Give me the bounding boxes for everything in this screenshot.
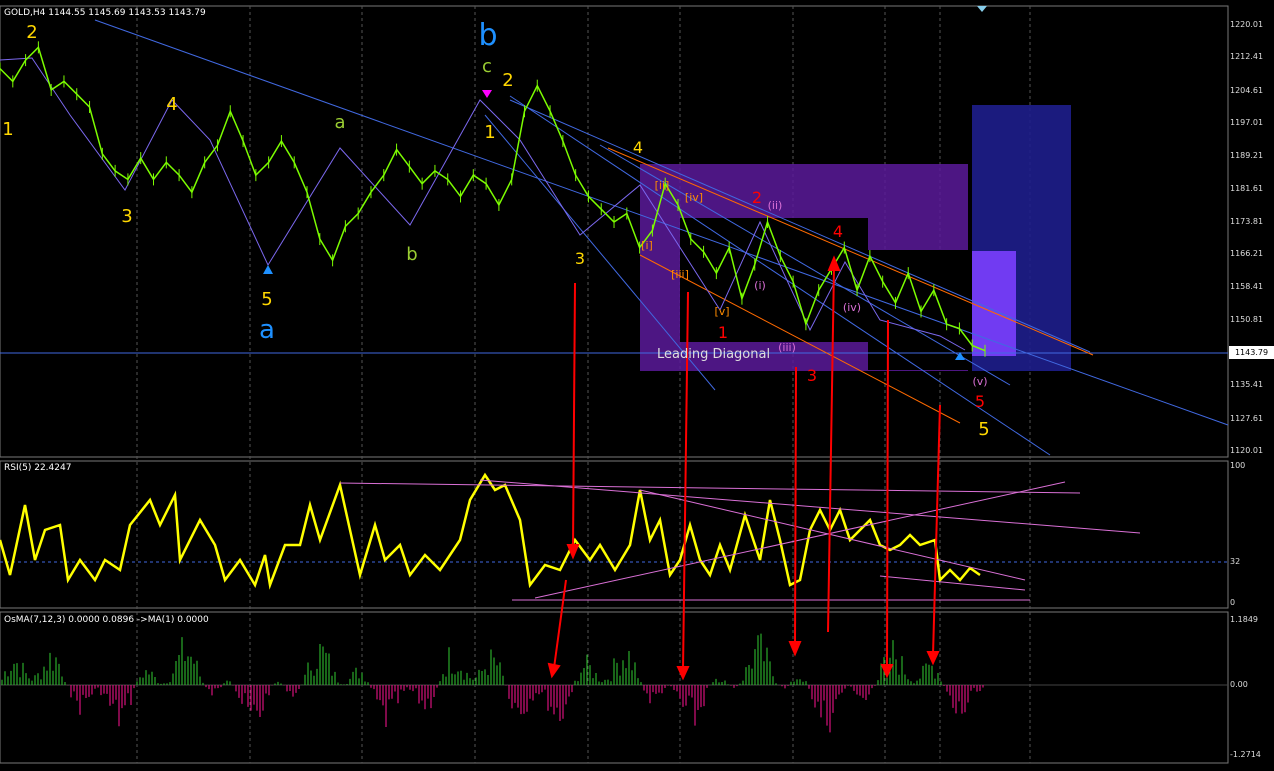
wave-label: 2 <box>502 70 513 91</box>
vertical-gridlines <box>136 6 1031 763</box>
main-panel-header: GOLD,H4 1144.55 1145.69 1143.53 1143.79 <box>4 8 206 18</box>
wave-label: a <box>259 315 275 345</box>
wave-label: b <box>478 18 497 53</box>
wave-label: b <box>406 244 417 265</box>
price-scale-label: 1135.41 <box>1230 380 1264 390</box>
rsi-scale-0: 0 <box>1230 598 1236 607</box>
wave-label: [v] <box>714 305 729 318</box>
magenta-down-arrow <box>482 90 492 98</box>
rsi-panel-header: RSI(5) 22.4247 <box>4 463 72 473</box>
wave-label: c <box>482 56 492 77</box>
osma-histogram <box>1 633 984 733</box>
osma-scale-top: 1.1849 <box>1230 615 1258 624</box>
wave-label: [ii] <box>655 179 670 192</box>
wave-label: (iv) <box>843 301 861 314</box>
rsi-line <box>0 472 981 590</box>
price-scale-label: 1212.41 <box>1230 52 1264 62</box>
wave-label: (ii) <box>768 199 783 212</box>
wave-label: (i) <box>754 279 766 292</box>
wave-label: 4 <box>633 138 643 157</box>
osma-scale-bottom: -1.2714 <box>1230 750 1261 759</box>
wave-label: 3 <box>807 366 817 385</box>
price-scale-label: 1181.61 <box>1230 183 1264 193</box>
price-scale-label: 1166.21 <box>1230 249 1264 259</box>
wave-label: 1 <box>718 323 728 342</box>
price-scale-label: 1197.01 <box>1230 117 1264 127</box>
wave-label: 4 <box>166 94 177 115</box>
wave-label: 5 <box>261 289 272 310</box>
price-scale-label: 1189.21 <box>1230 151 1264 161</box>
price-scale-label: 1127.61 <box>1230 413 1264 423</box>
price-scale-label: 1150.81 <box>1230 314 1264 324</box>
chart-canvas: 21345aabbc2143[i][ii][iii][iv][v]12345(i… <box>0 5 1229 764</box>
leading-diagonal-label: Leading Diagonal <box>657 347 771 362</box>
wave-label: [iii] <box>671 268 689 281</box>
current-price-box: 1143.79 <box>1229 346 1274 359</box>
wave-label: (iii) <box>778 341 796 354</box>
rsi-panel-frame <box>0 460 1229 609</box>
wave-label: [iv] <box>685 191 703 204</box>
top-marker <box>977 6 987 12</box>
price-scale-label: 1173.81 <box>1230 216 1264 226</box>
wave-label: 5 <box>975 392 985 411</box>
wave-labels: 21345aabbc2143[i][ii][iii][iv][v]12345(i… <box>2 18 989 440</box>
rsi-scale-100: 100 <box>1230 461 1246 470</box>
wave-label: 1 <box>484 122 495 143</box>
price-scale-label: 1158.41 <box>1230 282 1264 292</box>
wave-label: (v) <box>972 375 987 388</box>
cyan-up-arrow <box>263 265 273 274</box>
price-scale-label: 1204.61 <box>1230 85 1264 95</box>
wave-label: a <box>334 112 345 133</box>
wave-label: 3 <box>575 249 585 268</box>
wave-label: 3 <box>121 206 132 227</box>
rsi-scale-32: 32 <box>1230 557 1241 566</box>
osma-panel-frame <box>0 611 1229 764</box>
wave-label: 5 <box>978 419 989 440</box>
price-scale-label: 1120.01 <box>1230 446 1264 455</box>
price-scale-label: 1220.01 <box>1230 20 1264 29</box>
osma-scale-zero: 0.00 <box>1230 680 1248 689</box>
osma-panel-header: OsMA(7,12,3) 0.0000 0.0896 ->MA(1) 0.000… <box>4 615 209 625</box>
wave-label: [i] <box>641 239 653 252</box>
wave-label: 2 <box>26 22 37 43</box>
wave-label: 2 <box>752 188 762 207</box>
wave-label: 4 <box>833 222 843 241</box>
wave-label: 1 <box>2 119 13 140</box>
